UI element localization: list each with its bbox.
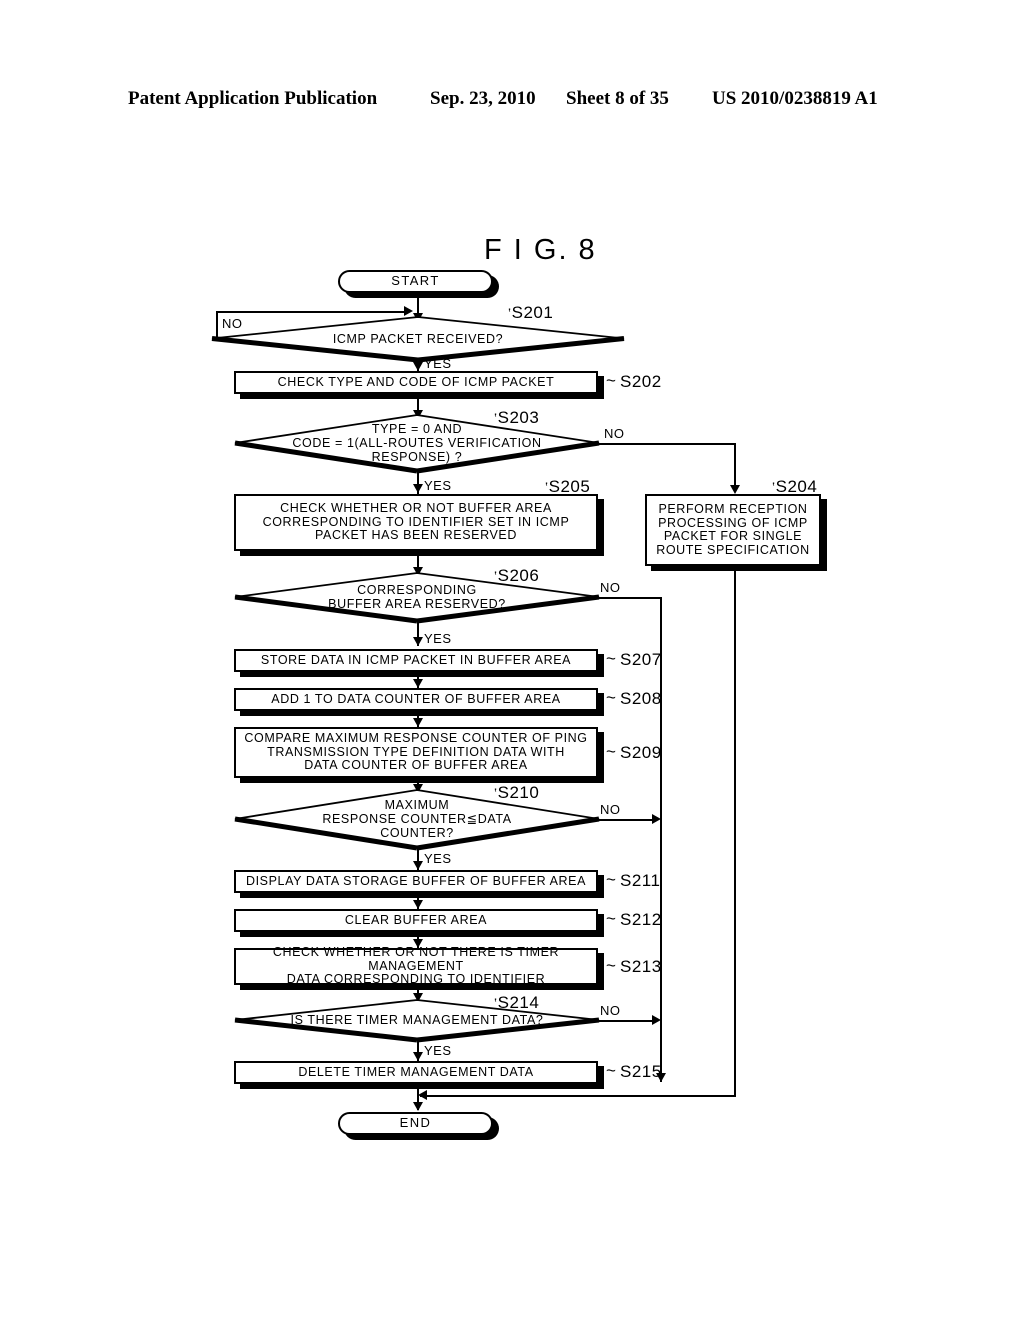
s209-label: COMPARE MAXIMUM RESPONSE COUNTER OF PING… [244, 731, 588, 773]
s213-process: CHECK WHETHER OR NOT THERE IS TIMER MANA… [234, 945, 598, 987]
s207-tilde: ~ [606, 649, 616, 668]
arrow-s208-to-s209 [413, 718, 423, 727]
s206-no-label: NO [600, 580, 621, 595]
s210-no-label: NO [600, 802, 621, 817]
line-s203-no-down [734, 443, 736, 489]
s206-decision: CORRESPONDING BUFFER AREA RESERVED? [234, 572, 600, 624]
s202-label: CHECK TYPE AND CODE OF ICMP PACKET [277, 374, 555, 389]
s203-decision: TYPE = 0 AND CODE = 1(ALL-ROUTES VERIFIC… [234, 414, 600, 474]
s208-tilde: ~ [606, 688, 616, 707]
s210-yes-label: YES [424, 851, 452, 866]
arrow-to-end [413, 1102, 423, 1111]
s212-tilde: ~ [606, 909, 616, 928]
s210-step-id: ‛S210 [494, 783, 540, 802]
s202-tilde: ~ [606, 371, 616, 390]
s215-step-id: S215 [620, 1062, 662, 1081]
s205-step-id: ‛S205 [545, 477, 591, 496]
s214-no-label: NO [600, 1003, 621, 1018]
s201-no-label: NO [222, 316, 243, 331]
s211-tilde: ~ [606, 870, 616, 889]
s212-step-id: S212 [620, 910, 662, 929]
arrow-s203-to-s205 [413, 484, 423, 493]
s203-step-id: ‛S203 [494, 408, 540, 427]
arrow-s203-no-to-s204 [730, 485, 740, 494]
s203-yes-label: YES [424, 478, 452, 493]
line-s203-no [598, 443, 735, 445]
end-label: END [399, 1115, 432, 1131]
end-terminal: END [338, 1112, 493, 1135]
arrow-s210-to-s211 [413, 861, 423, 870]
s215-tilde: ~ [606, 1061, 616, 1080]
arrow-s211-to-s212 [413, 900, 423, 909]
s212-label: CLEAR BUFFER AREA [344, 912, 488, 927]
s211-label: DISPLAY DATA STORAGE BUFFER OF BUFFER AR… [245, 873, 587, 888]
s205-label: CHECK WHETHER OR NOT BUFFER AREA CORRESP… [262, 501, 570, 543]
line-s204-down [734, 566, 736, 1080]
arrow-s207-to-s208 [413, 679, 423, 688]
s208-step-id: S208 [620, 689, 662, 708]
publication-number: US 2010/0238819 A1 [712, 88, 878, 109]
s212-process: CLEAR BUFFER AREA [234, 909, 598, 932]
arrow-s214-no [652, 1015, 661, 1025]
s210-decision: MAXIMUM RESPONSE COUNTER≦DATA COUNTER? [234, 789, 600, 851]
s204-process: PERFORM RECEPTION PROCESSING OF ICMP PAC… [645, 494, 821, 566]
publication-header: Patent Application Publication Sep. 23, … [0, 88, 1024, 114]
s204-step-id: ‛S204 [772, 477, 818, 496]
line-s214-no [598, 1020, 656, 1022]
s213-tilde: ~ [606, 956, 616, 975]
arrow-s210-no [652, 814, 661, 824]
s207-step-id: S207 [620, 650, 662, 669]
line-s201-no-return [216, 311, 408, 313]
s211-process: DISPLAY DATA STORAGE BUFFER OF BUFFER AR… [234, 870, 598, 893]
s203-no-label: NO [604, 426, 625, 441]
s208-process: ADD 1 TO DATA COUNTER OF BUFFER AREA [234, 688, 598, 711]
arrow-bottom-merge [418, 1090, 427, 1100]
s206-step-id: ‛S206 [494, 566, 540, 585]
sheet-number: Sheet 8 of 35 [566, 88, 669, 109]
s214-yes-label: YES [424, 1043, 452, 1058]
s201-yes-label: YES [424, 356, 452, 371]
start-label: START [391, 273, 440, 289]
s207-label: STORE DATA IN ICMP PACKET IN BUFFER AREA [260, 652, 572, 667]
s215-process: DELETE TIMER MANAGEMENT DATA [234, 1061, 598, 1084]
line-s206-no [598, 597, 661, 599]
s214-decision: IS THERE TIMER MANAGEMENT DATA? [234, 999, 600, 1043]
s214-step-id: ‛S214 [494, 993, 540, 1012]
start-terminal: START [338, 270, 493, 293]
arrow-s214-to-s215 [413, 1052, 423, 1061]
s211-step-id: S211 [620, 871, 661, 890]
s202-step-id: S202 [620, 372, 662, 391]
s205-process: CHECK WHETHER OR NOT BUFFER AREA CORRESP… [234, 494, 598, 551]
s207-process: STORE DATA IN ICMP PACKET IN BUFFER AREA [234, 649, 598, 672]
arrow-s201-no-return [404, 306, 413, 316]
publication-title: Patent Application Publication [128, 88, 378, 109]
s213-step-id: S213 [620, 957, 662, 976]
s209-process: COMPARE MAXIMUM RESPONSE COUNTER OF PING… [234, 727, 598, 778]
s201-step-id: ‛S201 [508, 303, 554, 322]
figure-title: F I G. 8 [484, 234, 597, 266]
s202-process: CHECK TYPE AND CODE OF ICMP PACKET [234, 371, 598, 394]
s204-label: PERFORM RECEPTION PROCESSING OF ICMP PAC… [656, 502, 810, 557]
arrow-s201-to-s202 [413, 362, 423, 371]
s201-decision: ICMP PACKET RECEIVED? [211, 316, 625, 363]
s215-label: DELETE TIMER MANAGEMENT DATA [298, 1064, 534, 1079]
line-s210-no [598, 819, 656, 821]
publication-date: Sep. 23, 2010 [430, 88, 536, 109]
arrow-s206-to-s207 [413, 637, 423, 646]
line-s204-merge-down [734, 1080, 736, 1096]
line-bottom-merge [420, 1095, 736, 1097]
s209-tilde: ~ [606, 742, 616, 761]
s209-step-id: S209 [620, 743, 662, 762]
s213-label: CHECK WHETHER OR NOT THERE IS TIMER MANA… [272, 945, 560, 987]
s208-label: ADD 1 TO DATA COUNTER OF BUFFER AREA [271, 691, 561, 706]
s206-yes-label: YES [424, 631, 452, 646]
